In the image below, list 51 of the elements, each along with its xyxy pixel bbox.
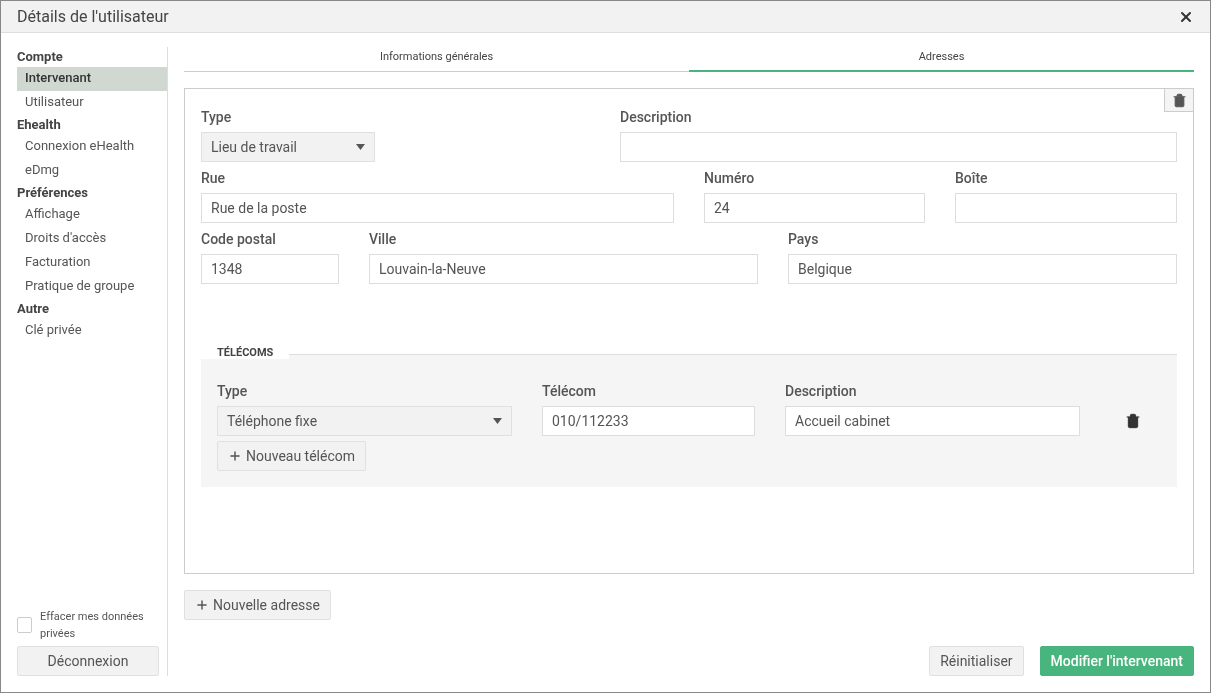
sidebar-item[interactable]: Pratique de groupe — [17, 275, 167, 299]
plus-icon — [228, 449, 242, 463]
section-title: TÉLÉCOMS — [201, 346, 290, 359]
type-dropdown[interactable]: Téléphone fixe — [217, 406, 512, 436]
sidebar-item[interactable]: eDmg — [17, 159, 167, 183]
checkbox-label: Effacer mes données privées — [40, 609, 145, 642]
sidebar-item[interactable]: Connexion eHealth — [17, 135, 167, 159]
section-title: Compte — [17, 48, 64, 66]
trash-icon[interactable] — [1125, 413, 1141, 429]
sidebar-item[interactable]: Affichage — [17, 203, 167, 227]
add-address-button[interactable]: Nouvelle adresse — [184, 590, 331, 620]
add-telecom-button[interactable]: Nouveau télécom — [217, 441, 367, 471]
section-title: Préférences — [17, 184, 89, 202]
sidebar-item[interactable]: Clé privée — [17, 319, 167, 343]
field-label: Boîte — [955, 170, 989, 186]
field-label: Télécom — [542, 383, 597, 399]
input-field[interactable]: Louvain-la-Neuve — [369, 254, 758, 284]
tab[interactable]: Adresses — [689, 47, 1194, 72]
field-label: Description — [620, 109, 693, 125]
caret-icon — [493, 418, 502, 424]
input-field[interactable]: 010/112233 — [542, 406, 755, 436]
field-label: Ville — [369, 231, 398, 247]
field-label: Type — [217, 383, 249, 399]
input-field[interactable]: Rue de la poste — [201, 193, 674, 223]
sidebar-item[interactable]: Droits d'accès — [17, 227, 167, 251]
field-label: Rue — [201, 170, 227, 186]
tab[interactable]: Informations générales — [184, 47, 689, 72]
section-title: Autre — [17, 300, 50, 318]
sidebar-item[interactable]: Facturation — [17, 251, 167, 275]
field-label: Pays — [788, 231, 820, 247]
field-label: Description — [785, 383, 858, 399]
input-field[interactable] — [955, 193, 1177, 223]
input-field[interactable]: Accueil cabinet — [785, 406, 1080, 436]
reset-button[interactable]: Réinitialiser — [929, 646, 1024, 676]
trash-icon[interactable] — [1164, 88, 1194, 112]
field-label: Type — [201, 109, 233, 125]
input-field[interactable]: Belgique — [788, 254, 1177, 284]
checkbox[interactable] — [17, 617, 32, 633]
type-dropdown[interactable]: Lieu de travail — [201, 132, 375, 162]
plus-icon — [195, 598, 209, 612]
section-title: Ehealth — [17, 116, 62, 134]
sidebar-item[interactable]: Utilisateur — [17, 91, 167, 115]
input-field[interactable]: 1348 — [201, 254, 339, 284]
window-title: Détails de l'utilisateur — [17, 7, 169, 26]
caret-icon — [356, 144, 365, 150]
logout-button[interactable]: Déconnexion — [17, 646, 159, 676]
sidebar-item[interactable]: Intervenant — [17, 67, 167, 91]
input-field[interactable] — [620, 132, 1177, 162]
field-label: Numéro — [704, 170, 756, 186]
input-field[interactable]: 24 — [704, 193, 925, 223]
field-label: Code postal — [201, 231, 277, 247]
